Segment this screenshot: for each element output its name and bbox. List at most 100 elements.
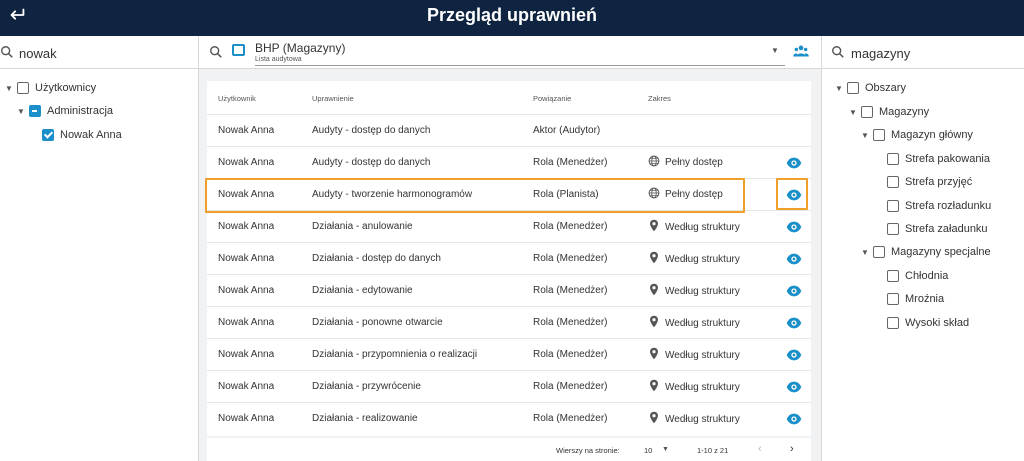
area-search-input[interactable] [851,43,1016,63]
eye-icon[interactable] [786,251,802,267]
cell-permission: Działania - przywrócenie [312,381,421,392]
eye-icon[interactable] [786,187,802,203]
area-search-bar [822,36,1024,69]
location-pin-icon [648,347,665,363]
tree-node-obszary[interactable]: ▼ Obszary [834,79,906,97]
cell-binding: Rola (Menedżer) [533,157,608,168]
cell-binding: Rola (Menedżer) [533,285,608,296]
checkbox[interactable] [887,223,899,235]
dropdown-caret-icon[interactable]: ▼ [771,46,779,55]
caret-down-icon[interactable]: ▼ [834,84,844,93]
checkbox[interactable] [873,246,885,258]
pagination: Wierszy na stronie: 10 ▼ 1-10 z 21 ‹ › [207,438,811,461]
table-row[interactable]: Nowak Anna Działania - przywrócenie Rola (… [207,370,811,402]
chevron-left-icon[interactable]: ‹ [758,443,762,455]
page-range: 1-10 z 21 [697,446,729,455]
search-icon[interactable] [209,45,223,59]
eye-icon[interactable] [786,283,802,299]
table-row[interactable]: Nowak Anna Audyty - dostęp do danych Rola … [207,146,811,178]
column-scope[interactable]: Zakres [648,94,671,103]
checkbox[interactable] [887,153,899,165]
tree-leaf[interactable]: Strefa rozładunku [887,197,991,215]
cell-permission: Audyty - dostęp do danych [312,157,431,168]
caret-down-icon[interactable]: ▼ [16,107,26,116]
table-row[interactable]: Nowak Anna Działania - dostęp do danych Ro… [207,242,811,274]
group-users-icon[interactable] [793,44,809,58]
table-row[interactable]: Nowak Anna Działania - realizowanie Rola (… [207,402,811,434]
tree-node-user[interactable]: Nowak Anna [42,126,122,144]
checkbox[interactable] [17,82,29,94]
cell-binding: Rola (Planista) [533,189,599,200]
cell-scope: Pełny dostęp [648,155,723,170]
audit-name[interactable]: BHP (Magazyny) [255,41,345,55]
tree-node-users[interactable]: ▼ Użytkownicy [4,79,96,97]
user-search-bar [0,36,198,69]
caret-down-icon[interactable]: ▼ [848,108,858,117]
table-row[interactable]: Nowak Anna Działania - przypomnienia o re… [207,338,811,370]
page-title: Przegląd uprawnień [426,5,598,25]
checkbox[interactable] [873,129,885,141]
table-row[interactable]: Nowak Anna Działania - edytowanie Rola (Me… [207,274,811,306]
eye-icon[interactable] [786,155,802,171]
cell-user: Nowak Anna [218,253,275,264]
user-search-input[interactable] [19,43,189,63]
tree-leaf[interactable]: Strefa załadunku [887,220,988,238]
cell-user: Nowak Anna [218,285,275,296]
table-row[interactable]: Nowak Anna Audyty - dostęp do danych Aktor… [207,114,811,146]
chevron-right-icon[interactable]: › [790,443,794,455]
caret-down-icon[interactable]: ▼ [4,84,14,93]
cell-binding: Rola (Menedżer) [533,317,608,328]
cell-scope: Według struktury [648,379,740,395]
globe-icon [648,187,665,202]
checkbox-checked[interactable] [42,129,54,141]
tree-node-magazyn-glowny[interactable]: ▼ Magazyn główny [860,126,973,144]
eye-icon[interactable] [786,219,802,235]
checkbox[interactable] [887,270,899,282]
caret-down-icon[interactable]: ▼ [860,248,870,257]
dropdown-caret-icon[interactable]: ▼ [662,446,669,453]
permissions-table: Użytkownik Uprawnienie Powiązanie Zakres… [207,81,811,436]
rows-per-page-select[interactable]: 10 [644,446,652,455]
checkbox-partial[interactable] [29,105,41,117]
cell-user: Nowak Anna [218,381,275,392]
table-row[interactable]: Nowak Anna Audyty - tworzenie harmonogram… [207,178,811,210]
tree-leaf[interactable]: Mroźnia [887,290,944,308]
tree-leaf[interactable]: Strefa pakowania [887,150,990,168]
checkbox[interactable] [887,176,899,188]
top-bar: Przegląd uprawnień [0,0,1024,36]
column-user[interactable]: Użytkownik [218,94,256,103]
eye-icon[interactable] [786,411,802,427]
eye-icon[interactable] [786,379,802,395]
eye-icon[interactable] [786,315,802,331]
column-binding[interactable]: Powiązanie [533,94,571,103]
checkbox[interactable] [887,317,899,329]
checkbox[interactable] [861,106,873,118]
audit-subtitle: Lista audytowa [255,56,302,63]
caret-down-icon[interactable]: ▼ [860,131,870,140]
cell-scope: Według struktury [648,411,740,427]
globe-icon [648,155,665,170]
cell-permission: Audyty - dostęp do danych [312,125,431,136]
tree-leaf[interactable]: Chłodnia [887,267,948,285]
column-permission[interactable]: Uprawnienie [312,94,354,103]
tree-node-administracja[interactable]: ▼ Administracja [16,102,113,120]
table-row[interactable]: Nowak Anna Działania - ponowne otwarcie Ro… [207,306,811,338]
permissions-panel: BHP (Magazyny) Lista audytowa ▼ Użytkown… [199,36,821,461]
checkbox[interactable] [887,293,899,305]
tree-node-magazyny[interactable]: ▼ Magazyny [848,103,929,121]
table-row[interactable]: Nowak Anna Działania - anulowanie Rola (Me… [207,210,811,242]
eye-icon[interactable] [786,347,802,363]
tree-leaf[interactable]: Strefa przyjęć [887,173,972,191]
cell-permission: Audyty - tworzenie harmonogramów [312,189,473,200]
checkbox[interactable] [887,200,899,212]
cell-permission: Działania - anulowanie [312,221,413,232]
location-pin-icon [648,219,665,235]
cell-permission: Działania - przypomnienia o realizacji [312,349,478,360]
cell-user: Nowak Anna [218,189,275,200]
tree-node-magazyny-specjalne[interactable]: ▼ Magazyny specjalne [860,243,991,261]
tree-leaf[interactable]: Wysoki skład [887,314,969,332]
cell-scope: Według struktury [648,251,740,267]
cell-scope: Pełny dostęp [648,187,723,202]
users-panel: ▼ Użytkownicy ▼ Administracja Nowak Anna [0,36,199,461]
checkbox[interactable] [847,82,859,94]
